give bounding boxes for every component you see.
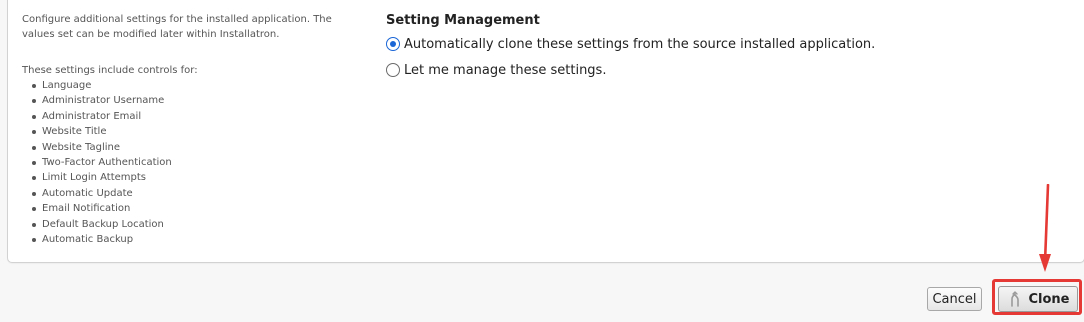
list-item-label: Two-Factor Authentication — [42, 156, 172, 168]
list-item-label: Default Backup Location — [42, 218, 164, 230]
bullet-icon — [32, 207, 36, 212]
list-item: Two-Factor Authentication — [22, 155, 352, 170]
cancel-button[interactable]: Cancel — [927, 287, 982, 311]
list-item: Email Notification — [22, 201, 352, 216]
section-title: Setting Management — [386, 13, 540, 28]
list-item: Automatic Update — [22, 186, 352, 201]
radio-auto-clone[interactable] — [386, 37, 400, 51]
bullet-icon — [32, 99, 36, 104]
clone-icon — [1010, 291, 1019, 307]
list-item: Administrator Email — [22, 109, 352, 124]
option-manage-settings-label[interactable]: Let me manage these settings. — [404, 63, 606, 78]
list-item: Website Title — [22, 124, 352, 139]
list-item: Default Backup Location — [22, 217, 352, 232]
list-item-label: Administrator Email — [42, 110, 142, 122]
list-item: Language — [22, 78, 352, 93]
option-auto-clone-label[interactable]: Automatically clone these settings from … — [404, 37, 875, 52]
clone-button-label[interactable]: Clone — [1029, 292, 1070, 307]
setting-management-section: Setting Management Automatically clone t… — [386, 11, 875, 83]
description-intro: Configure additional settings for the in… — [22, 14, 332, 40]
list-item: Automatic Backup — [22, 232, 352, 247]
bullet-icon — [32, 114, 36, 119]
list-item-label: Limit Login Attempts — [42, 172, 147, 184]
radio-manage-settings[interactable] — [386, 63, 400, 77]
list-item: Administrator Username — [22, 93, 352, 108]
bullet-icon — [32, 130, 36, 135]
list-item-label: Automatic Backup — [42, 233, 134, 245]
option-manage-settings[interactable]: Let me manage these settings. — [386, 57, 875, 83]
description-list-heading: These settings include controls for: — [22, 65, 198, 76]
list-item-label: Administrator Username — [42, 95, 165, 107]
bullet-icon — [32, 191, 36, 196]
list-item-label: Website Tagline — [42, 141, 121, 153]
list-item: Limit Login Attempts — [22, 170, 352, 185]
list-item-label: Website Title — [42, 126, 107, 138]
bullet-icon — [32, 84, 36, 88]
page: Configure additional settings for the in… — [0, 0, 1084, 322]
settings-description: Configure additional settings for the in… — [22, 12, 352, 247]
list-item-label: Email Notification — [42, 203, 131, 215]
option-auto-clone[interactable]: Automatically clone these settings from … — [386, 31, 875, 57]
bullet-icon — [32, 176, 36, 181]
list-item-label: Automatic Update — [42, 187, 133, 199]
list-item: Website Tagline — [22, 140, 352, 155]
bullet-icon — [32, 222, 36, 227]
bullet-icon — [32, 160, 36, 165]
settings-controls-list: Language Administrator Username Administ… — [22, 78, 352, 247]
bullet-icon — [32, 145, 36, 150]
list-item-label: Language — [42, 80, 92, 91]
clone-button[interactable]: Clone — [998, 286, 1078, 312]
bullet-icon — [32, 237, 36, 242]
